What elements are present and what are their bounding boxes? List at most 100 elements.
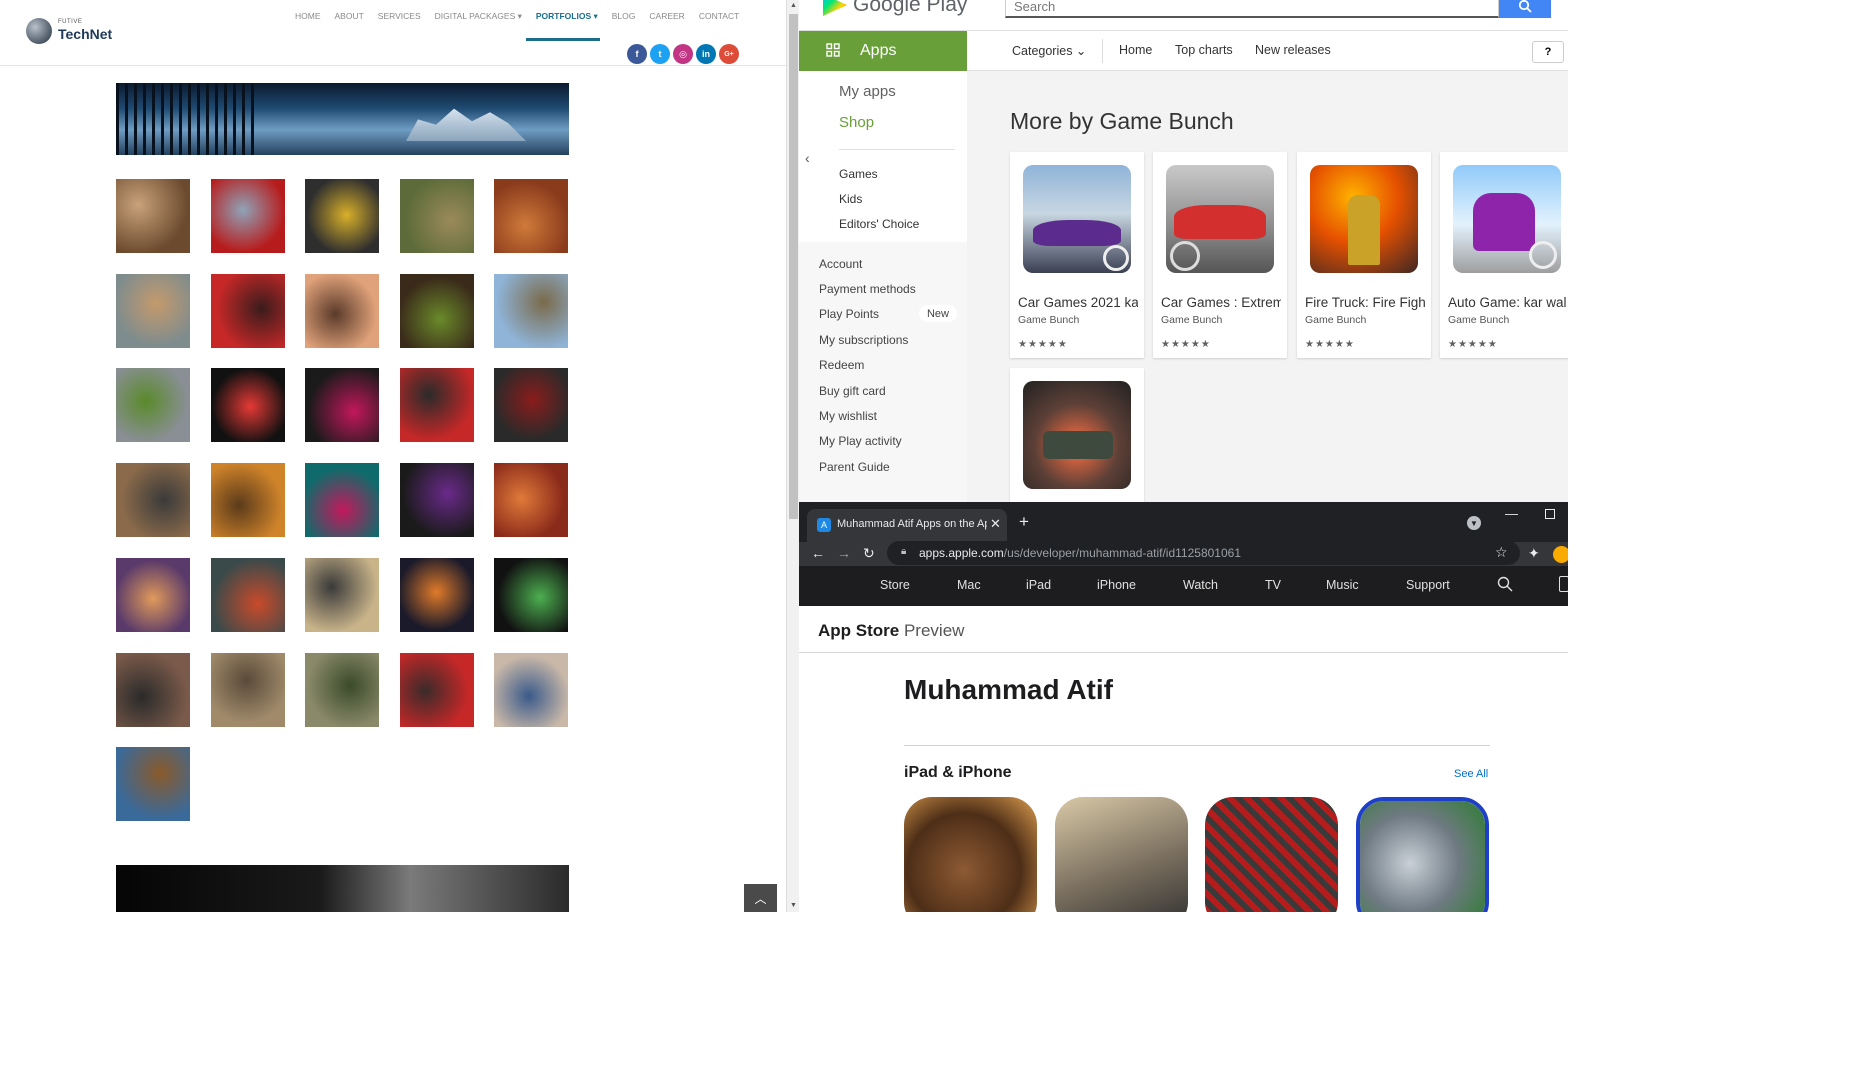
app-developer[interactable]: Game Bunch bbox=[1448, 314, 1509, 326]
twitter-icon[interactable]: t bbox=[650, 44, 670, 64]
portfolio-tile[interactable] bbox=[494, 368, 569, 443]
apple-nav-mac[interactable]: Mac bbox=[957, 578, 981, 592]
app-card[interactable]: Car Games : Extreme Game Bunch ★★★★★ bbox=[1153, 152, 1287, 358]
tab-search-icon[interactable]: ▼ bbox=[1467, 516, 1481, 530]
portfolio-tile[interactable] bbox=[210, 463, 285, 538]
redeem-link[interactable]: Redeem bbox=[819, 358, 864, 372]
apple-nav-tv[interactable]: TV bbox=[1265, 578, 1281, 592]
portfolio-tile[interactable] bbox=[305, 463, 380, 538]
portfolio-tile[interactable] bbox=[210, 368, 285, 443]
apps-category-button[interactable]: Apps bbox=[799, 31, 967, 71]
nav-about[interactable]: ABOUT bbox=[328, 11, 371, 25]
apple-nav-support[interactable]: Support bbox=[1406, 578, 1450, 592]
search-icon[interactable] bbox=[1497, 576, 1513, 595]
help-icon[interactable]: ? bbox=[1532, 41, 1564, 63]
app-icon-santa-soldier[interactable] bbox=[1205, 797, 1338, 912]
portfolio-tile[interactable] bbox=[305, 652, 380, 727]
apple-nav-music[interactable]: Music bbox=[1326, 578, 1359, 592]
sidebar-games[interactable]: Games bbox=[839, 167, 878, 181]
facebook-icon[interactable]: f bbox=[627, 44, 647, 64]
left-scrollbar[interactable]: ▲ ▼ bbox=[786, 0, 799, 912]
portfolio-tile[interactable] bbox=[210, 273, 285, 348]
app-developer[interactable]: Game Bunch bbox=[1161, 314, 1222, 326]
app-icon-soldier-girl[interactable] bbox=[1055, 797, 1188, 912]
portfolio-tile[interactable] bbox=[116, 368, 190, 443]
portfolio-tile[interactable] bbox=[116, 557, 190, 632]
forward-icon[interactable]: → bbox=[837, 545, 851, 561]
portfolio-tile[interactable] bbox=[305, 179, 380, 253]
app-developer[interactable]: Game Bunch bbox=[1305, 314, 1366, 326]
reload-icon[interactable]: ↻ bbox=[863, 545, 875, 562]
portfolio-tile[interactable] bbox=[116, 273, 190, 348]
wishlist-link[interactable]: My wishlist bbox=[819, 409, 877, 423]
nav-top-charts[interactable]: Top charts bbox=[1175, 43, 1233, 57]
app-developer[interactable]: Game Bunch bbox=[1018, 314, 1079, 326]
payment-methods-link[interactable]: Payment methods bbox=[819, 282, 916, 296]
portfolio-tile[interactable] bbox=[116, 652, 190, 727]
maximize-icon[interactable] bbox=[1545, 509, 1555, 519]
app-icon-wolf[interactable] bbox=[1356, 797, 1489, 912]
bag-icon[interactable] bbox=[1559, 576, 1568, 592]
collapse-sidebar-icon[interactable]: ‹ bbox=[805, 150, 810, 166]
play-points-link[interactable]: Play Points bbox=[819, 307, 879, 321]
buy-gift-card-link[interactable]: Buy gift card bbox=[819, 384, 886, 398]
nav-services[interactable]: SERVICES bbox=[371, 11, 428, 25]
account-link[interactable]: Account bbox=[819, 257, 862, 271]
portfolio-tile[interactable] bbox=[210, 557, 285, 632]
apple-nav-store[interactable]: Store bbox=[880, 578, 910, 592]
portfolio-tile[interactable] bbox=[399, 273, 474, 348]
app-card[interactable]: Car Games 2021 kar Game Bunch ★★★★★ bbox=[1010, 152, 1144, 358]
sidebar-editors-choice[interactable]: Editors' Choice bbox=[839, 217, 919, 231]
app-icon-bear[interactable] bbox=[904, 797, 1037, 912]
app-card[interactable]: Fire Truck: Fire Figh Game Bunch ★★★★★ bbox=[1297, 152, 1431, 358]
close-tab-icon[interactable]: ✕ bbox=[990, 516, 1001, 532]
play-activity-link[interactable]: My Play activity bbox=[819, 434, 902, 448]
categories-dropdown[interactable]: Categories ⌄ bbox=[1012, 43, 1086, 58]
portfolio-tile[interactable] bbox=[399, 652, 474, 727]
apple-nav-watch[interactable]: Watch bbox=[1183, 578, 1218, 592]
portfolio-tile[interactable] bbox=[494, 652, 569, 727]
portfolio-tile[interactable] bbox=[305, 557, 380, 632]
instagram-icon[interactable]: ◎ bbox=[673, 44, 693, 64]
minimize-icon[interactable]: — bbox=[1505, 506, 1518, 521]
nav-contact[interactable]: CONTACT bbox=[692, 11, 746, 25]
portfolio-tile[interactable] bbox=[399, 557, 474, 632]
portfolio-tile[interactable] bbox=[116, 179, 190, 253]
app-card[interactable] bbox=[1010, 368, 1144, 502]
profile-avatar[interactable] bbox=[1553, 546, 1568, 563]
nav-home-link[interactable]: Home bbox=[1119, 43, 1152, 57]
see-all-link[interactable]: See All bbox=[1454, 768, 1488, 780]
apple-nav-iphone[interactable]: iPhone bbox=[1097, 578, 1136, 592]
portfolio-tile[interactable] bbox=[210, 652, 285, 727]
parent-guide-link[interactable]: Parent Guide bbox=[819, 460, 890, 474]
play-search-input[interactable]: Search bbox=[1005, 0, 1499, 18]
portfolio-tile[interactable] bbox=[116, 747, 190, 822]
nav-blog[interactable]: BLOG bbox=[605, 11, 643, 25]
portfolio-tile[interactable] bbox=[399, 368, 474, 443]
portfolio-tile[interactable] bbox=[305, 368, 380, 443]
portfolio-tile[interactable] bbox=[305, 273, 380, 348]
portfolio-tile[interactable] bbox=[399, 179, 474, 253]
nav-home[interactable]: HOME bbox=[288, 11, 328, 25]
nav-new-releases[interactable]: New releases bbox=[1255, 43, 1331, 57]
portfolio-tile[interactable] bbox=[494, 179, 569, 253]
shop-link[interactable]: Shop bbox=[839, 114, 874, 131]
scrollbar-thumb[interactable] bbox=[789, 14, 798, 519]
scroll-top-button[interactable]: ︿ bbox=[744, 884, 777, 912]
back-icon[interactable]: ← bbox=[811, 545, 825, 561]
address-bar[interactable]: 🔒︎ apps.apple.com/us/developer/muhammad-… bbox=[887, 541, 1520, 565]
nav-career[interactable]: CAREER bbox=[642, 11, 691, 25]
bookmark-star-icon[interactable]: ☆ bbox=[1495, 544, 1508, 561]
browser-tab[interactable]: A Muhammad Atif Apps on the App ✕ bbox=[807, 509, 1007, 542]
search-icon[interactable] bbox=[1499, 0, 1551, 18]
new-tab-icon[interactable]: + bbox=[1019, 512, 1029, 532]
portfolio-tile[interactable] bbox=[494, 273, 569, 348]
portfolio-tile[interactable] bbox=[116, 463, 190, 538]
subscriptions-link[interactable]: My subscriptions bbox=[819, 333, 908, 347]
portfolio-tile[interactable] bbox=[494, 463, 569, 538]
google-plus-icon[interactable]: G+ bbox=[719, 44, 739, 64]
lock-icon[interactable]: 🔒︎ bbox=[901, 546, 906, 557]
app-card[interactable]: Auto Game: kar wal Game Bunch ★★★★★ bbox=[1440, 152, 1568, 358]
portfolio-tile[interactable] bbox=[494, 557, 569, 632]
sidebar-kids[interactable]: Kids bbox=[839, 192, 862, 206]
